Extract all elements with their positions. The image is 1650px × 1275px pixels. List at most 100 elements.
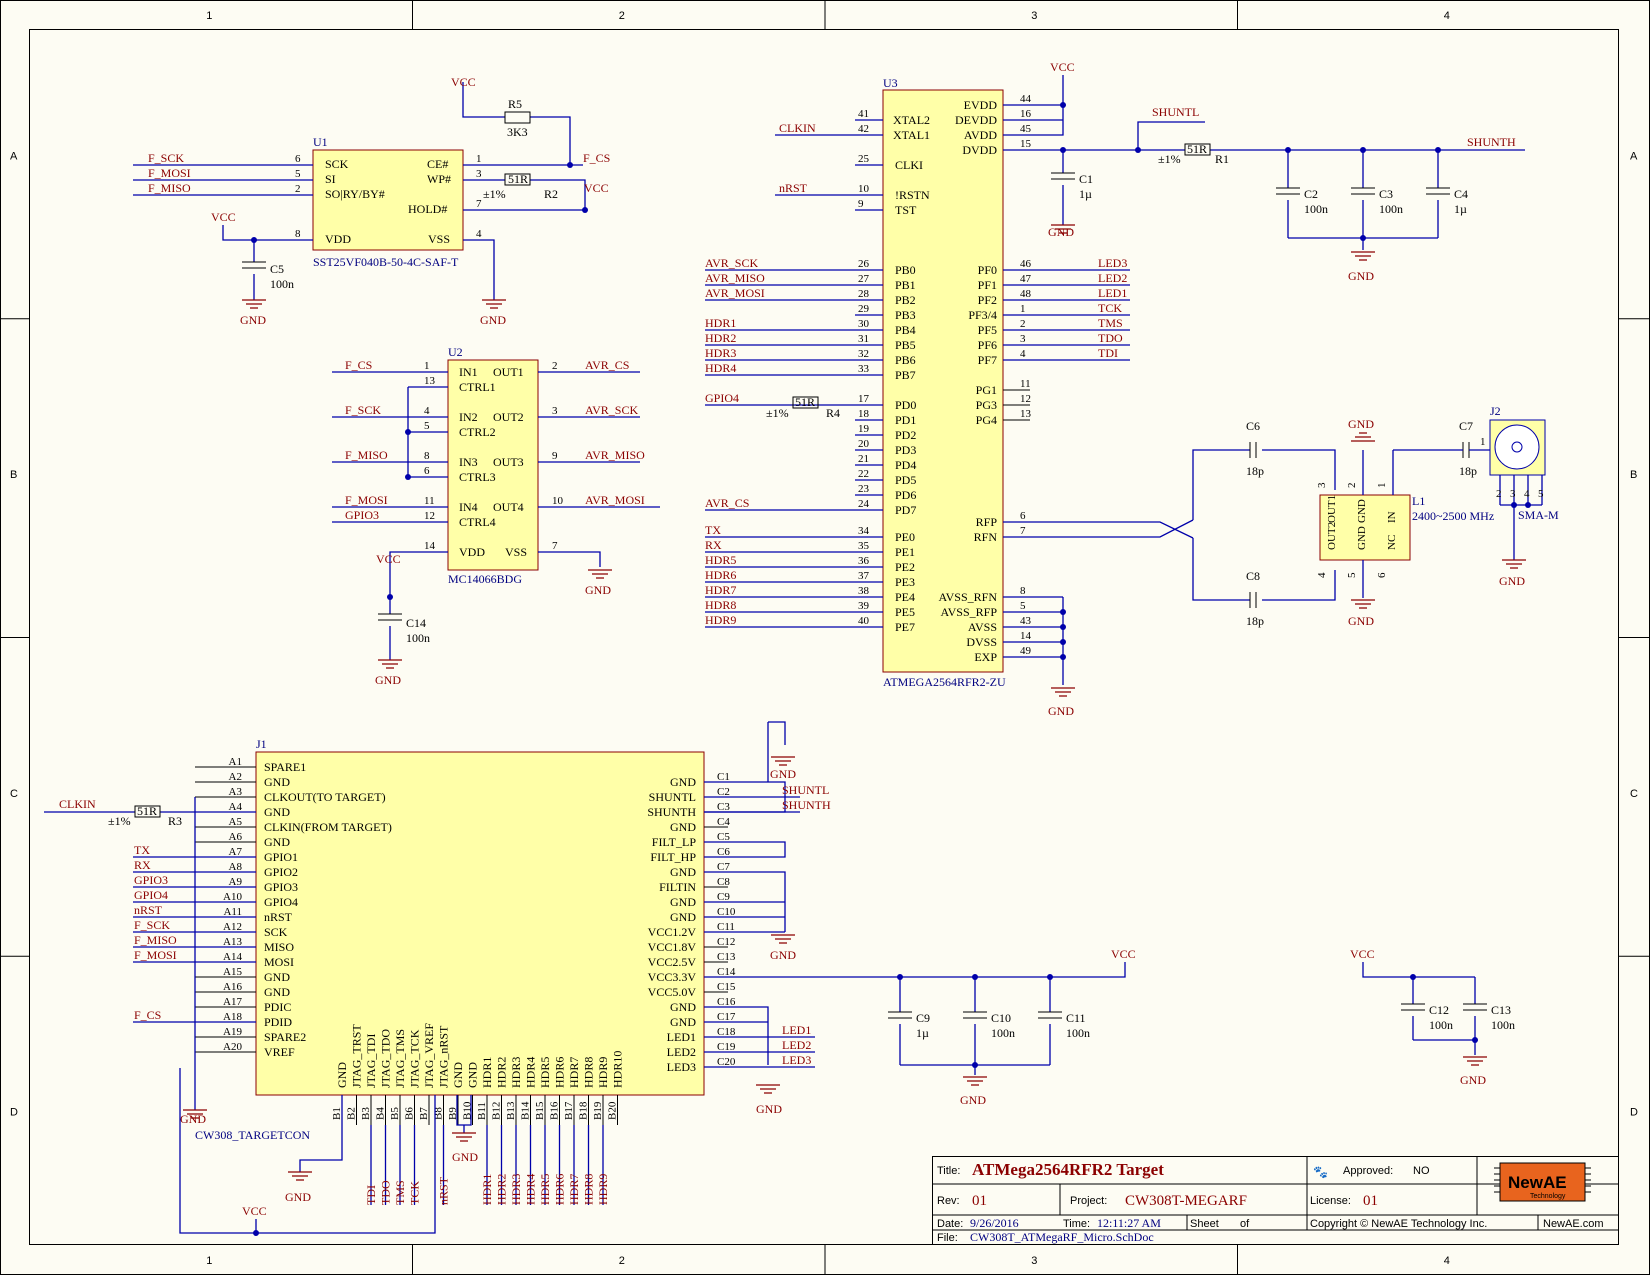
j1-b-name: GND xyxy=(335,1062,349,1088)
u3-pin-name: RFP xyxy=(976,515,998,529)
j1-b-name: HDR7 xyxy=(567,1057,581,1088)
u2-pin-num: 3 xyxy=(552,405,558,417)
u3-pin-name: PE0 xyxy=(895,530,915,544)
u3-pin-name: PF7 xyxy=(978,353,997,367)
u3-part: ATMEGA2564RFR2-ZU xyxy=(883,675,1006,689)
gnd-u1: GND xyxy=(480,313,506,327)
newae-logo: NewAE Technology xyxy=(1494,1162,1591,1202)
u2-pin-name: CTRL1 xyxy=(459,380,496,394)
c13-ref: C13 xyxy=(1491,1003,1511,1017)
u3-pin-num: 46 xyxy=(1020,258,1032,270)
u2-pin-num: 9 xyxy=(552,450,558,462)
u3-net-label: TX xyxy=(705,523,721,537)
j1-c-name: VCC1.8V xyxy=(648,940,697,954)
l1-pin-num: 2 xyxy=(1346,483,1358,489)
j1-c-name: FILT_LP xyxy=(652,835,697,849)
j1-a-name: PDIC xyxy=(264,1000,291,1014)
r3-ref: R3 xyxy=(168,814,182,828)
tb-sheet-label: Sheet xyxy=(1190,1218,1219,1230)
u3-net-label: TDI xyxy=(1098,346,1118,360)
u3-net-label: HDR9 xyxy=(705,613,736,627)
c14-value: 100n xyxy=(406,631,430,645)
u3-pin-num: 23 xyxy=(858,483,870,495)
zone-row-left: B xyxy=(10,469,17,481)
gnd-j2: GND xyxy=(1499,574,1525,588)
j1-c-name: GND xyxy=(670,1015,696,1029)
zone-row-left: A xyxy=(10,150,18,162)
tb-date: 9/26/2016 xyxy=(970,1216,1019,1230)
tb-date-label: Date: xyxy=(937,1218,963,1230)
u2-net-label: AVR_SCK xyxy=(585,403,638,417)
u3-pin-name: PB4 xyxy=(895,323,916,337)
l1-pin-num: 4 xyxy=(1316,572,1328,578)
u3-pin-name: PB6 xyxy=(895,353,916,367)
u3-pin-name: PE2 xyxy=(895,560,915,574)
j1-a-net: F_MISO xyxy=(134,933,177,947)
net-f-cs-u1: F_CS xyxy=(583,151,610,165)
zone-col-top: 2 xyxy=(619,10,625,22)
u3-pin-name: PB1 xyxy=(895,278,916,292)
r4-value: 51R xyxy=(795,395,815,409)
j1-b-name: GND xyxy=(466,1062,480,1088)
j1-c-name: SHUNTH xyxy=(647,805,696,819)
j1-a-name: GND xyxy=(264,805,290,819)
j1-b-name: HDR9 xyxy=(596,1057,610,1088)
j1-a-num: A15 xyxy=(223,966,242,978)
j2-num-2: 2 xyxy=(1496,488,1502,500)
tb-site: NewAE.com xyxy=(1543,1218,1604,1230)
j1-a-num: A16 xyxy=(223,981,242,993)
j1-c-num: C3 xyxy=(717,801,730,813)
tb-time-label: Time: xyxy=(1063,1218,1090,1230)
r4-tol: ±1% xyxy=(766,406,789,420)
zone-col-bottom: 4 xyxy=(1444,1255,1450,1267)
j1-b-name: JTAG_nRST xyxy=(437,1025,451,1088)
u3-pin-name: PF1 xyxy=(978,278,997,292)
u3-net-label: GPIO4 xyxy=(705,391,739,405)
u3-net-label: HDR5 xyxy=(705,553,736,567)
u2-pin-name: VDD xyxy=(459,545,485,559)
j1-c-num: C2 xyxy=(717,786,730,798)
u2-pin-name: IN3 xyxy=(459,455,478,469)
j1-a-name: GND xyxy=(264,835,290,849)
u3-pin-name: AVDD xyxy=(964,128,997,142)
j1-c-name: GND xyxy=(670,865,696,879)
u2-net-label: GPIO3 xyxy=(345,508,379,522)
gnd-c234: GND xyxy=(1348,269,1374,283)
j1-b-num: B13 xyxy=(505,1101,517,1120)
u2-net-label: F_MOSI xyxy=(345,493,388,507)
u3-pin-name: DVSS xyxy=(966,635,997,649)
logo-sub: Technology xyxy=(1530,1193,1566,1200)
logo-main: NewAE xyxy=(1508,1173,1567,1192)
u3-pin-num: 40 xyxy=(858,615,870,627)
c2-ref: C2 xyxy=(1304,187,1318,201)
j1-c-num: C16 xyxy=(717,996,736,1008)
j1-a-num: A4 xyxy=(229,801,243,813)
j1-a-net: TX xyxy=(134,843,150,857)
c8-ref: C8 xyxy=(1246,569,1260,583)
net-led2-j1: LED2 xyxy=(782,1038,811,1052)
u3-net-label: LED2 xyxy=(1098,271,1127,285)
u3-net-label: HDR6 xyxy=(705,568,736,582)
tb-project-label: Project: xyxy=(1070,1195,1107,1207)
l1-pin-name: GND xyxy=(1356,526,1368,550)
u3-pin-num: 21 xyxy=(858,453,869,465)
u1-pin-so: SO|RY/BY# xyxy=(325,187,385,201)
c1-value: 1µ xyxy=(1079,187,1092,201)
u3-pin-num: 36 xyxy=(858,555,870,567)
zone-col-bottom: 1 xyxy=(206,1255,212,1267)
j1-b-num: B12 xyxy=(491,1102,503,1120)
c10-ref: C10 xyxy=(991,1011,1011,1025)
u3-net-label: HDR7 xyxy=(705,583,736,597)
u1-num-6: 6 xyxy=(295,153,301,165)
u3-net-label: HDR8 xyxy=(705,598,736,612)
c7-ref: C7 xyxy=(1459,419,1473,433)
tb-license-label: License: xyxy=(1310,1195,1351,1207)
u3-pin-num: 34 xyxy=(858,525,870,537)
j1-c-num: C11 xyxy=(717,921,735,933)
j1-a-net: RX xyxy=(134,858,151,872)
u1-num-3: 3 xyxy=(476,168,482,180)
j2-outer xyxy=(1494,424,1540,470)
j1-b-name: JTAG_TCK xyxy=(408,1029,422,1088)
c11-ref: C11 xyxy=(1066,1011,1086,1025)
u3-pin-num: 14 xyxy=(1020,630,1032,642)
